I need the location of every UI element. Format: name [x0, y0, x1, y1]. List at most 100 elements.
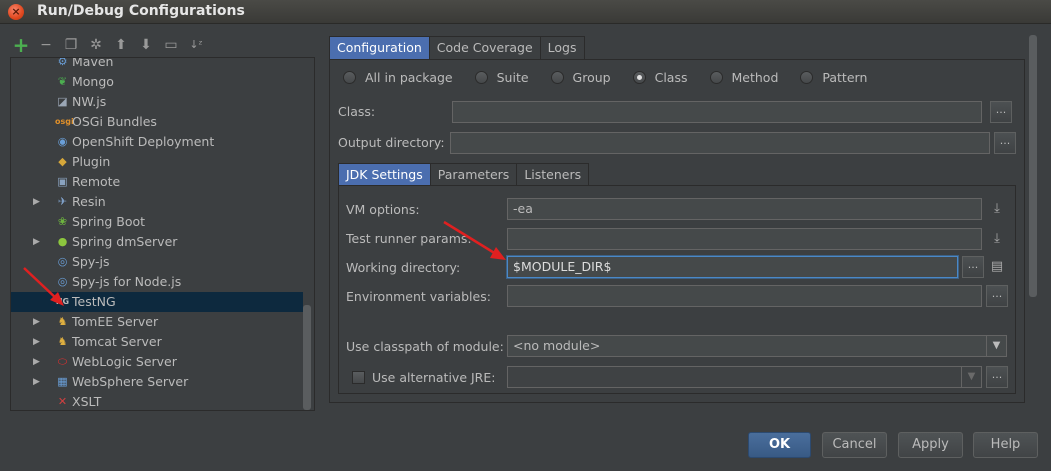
- alternative-jre-select: ▼: [507, 366, 982, 388]
- tree-item[interactable]: ▶ ⬭ WebLogic Server: [11, 352, 303, 372]
- copy-icon[interactable]: ❐: [62, 36, 80, 54]
- radio-dot: [474, 71, 488, 84]
- test-kind-radio-group: All in package Suite Group Class Method …: [343, 70, 889, 85]
- annotation-arrow-icon: [443, 220, 506, 260]
- radio-class[interactable]: Class: [632, 70, 688, 85]
- expand-arrow-icon[interactable]: ▶: [33, 192, 40, 212]
- chevron-down-icon: ▼: [986, 336, 1006, 356]
- help-button[interactable]: Help: [973, 432, 1038, 458]
- tree-item-label: WebLogic Server: [72, 354, 177, 369]
- alternative-jre-browse-button[interactable]: ...: [986, 366, 1008, 388]
- tree-item-label: Plugin: [72, 154, 111, 169]
- tree-item-label: Spy-js for Node.js: [72, 274, 182, 289]
- remove-icon[interactable]: −: [37, 36, 55, 54]
- tree-item[interactable]: ◪ NW.js: [11, 92, 303, 112]
- tree-item[interactable]: ❀ Spring Boot: [11, 212, 303, 232]
- folder-icon[interactable]: ▭: [162, 36, 180, 54]
- radio-label: Group: [572, 70, 611, 85]
- vm-options-label: VM options:: [346, 202, 420, 217]
- tree-item[interactable]: ◆ Plugin: [11, 152, 303, 172]
- tree-item[interactable]: ✕ XSLT: [11, 392, 303, 410]
- add-icon[interactable]: +: [12, 35, 30, 55]
- tree-item-label: XSLT: [72, 394, 102, 409]
- tree-item[interactable]: osgi OSGi Bundles: [11, 112, 303, 132]
- tab-logs[interactable]: Logs: [539, 36, 585, 59]
- environment-variables-input[interactable]: [507, 285, 982, 307]
- expand-arrow-icon[interactable]: ▶: [33, 332, 40, 352]
- tree-item[interactable]: ▶ ♞ Tomcat Server: [11, 332, 303, 352]
- tree-item-label: OpenShift Deployment: [72, 134, 215, 149]
- ok-button[interactable]: OK: [748, 432, 811, 458]
- tree-item[interactable]: ❦ Mongo: [11, 72, 303, 92]
- cancel-button[interactable]: Cancel: [822, 432, 887, 458]
- classpath-module-label: Use classpath of module:: [346, 339, 504, 354]
- tree-item[interactable]: ◉ OpenShift Deployment: [11, 132, 303, 152]
- tab-configuration[interactable]: Configuration: [329, 36, 430, 59]
- close-window-button[interactable]: ×: [8, 4, 24, 20]
- tree-scrollbar[interactable]: [303, 305, 311, 410]
- tree-item[interactable]: ▶ ● Spring dmServer: [11, 232, 303, 252]
- tree-item-label: Mongo: [72, 74, 114, 89]
- vm-options-input[interactable]: -ea: [507, 198, 982, 220]
- edit-defaults-icon[interactable]: ✲: [87, 36, 105, 54]
- radio-dot-selected: [632, 71, 646, 84]
- chevron-down-icon: ▼: [961, 367, 981, 387]
- tree-item-label: Spy-js: [72, 254, 110, 269]
- remote-icon: ▣: [57, 175, 68, 188]
- environment-variables-browse-button[interactable]: ...: [986, 285, 1008, 307]
- tomee-icon: ♞: [57, 315, 68, 328]
- radio-method[interactable]: Method: [709, 70, 778, 85]
- expand-arrow-icon[interactable]: ▶: [33, 372, 40, 392]
- configuration-tree[interactable]: ⚙ Maven ❦ Mongo ◪ NW.js osgi OSGi Bundles ◉ OpenS…: [10, 57, 315, 411]
- tree-item-label: Remote: [72, 174, 121, 189]
- vertical-scrollbar[interactable]: [1029, 35, 1037, 297]
- window-title: Run/Debug Configurations: [37, 3, 245, 19]
- alternative-jre-checkbox[interactable]: [352, 371, 365, 384]
- radio-label: Suite: [496, 70, 529, 85]
- tab-jdk-settings[interactable]: JDK Settings: [338, 163, 431, 185]
- tab-parameters[interactable]: Parameters: [429, 163, 518, 185]
- class-label: Class:: [338, 104, 376, 119]
- tree-item-label: Spring Boot: [72, 214, 146, 229]
- radio-label: Class: [654, 70, 688, 85]
- radio-all-in-package[interactable]: All in package: [343, 70, 453, 85]
- tree-item-label: NW.js: [72, 94, 107, 109]
- apply-button[interactable]: Apply: [898, 432, 963, 458]
- working-directory-input[interactable]: $MODULE_DIR$: [507, 256, 958, 278]
- tree-item[interactable]: ⚙ Maven: [11, 57, 303, 72]
- class-browse-button[interactable]: ...: [990, 101, 1012, 123]
- tab-code-coverage[interactable]: Code Coverage: [428, 36, 541, 59]
- tree-item[interactable]: ▣ Remote: [11, 172, 303, 192]
- tree-item[interactable]: ▶ ♞ TomEE Server: [11, 312, 303, 332]
- tree-item[interactable]: ▶ ✈ Resin: [11, 192, 303, 212]
- classpath-module-select[interactable]: <no module> ▼: [507, 335, 1007, 357]
- alternative-jre-label: Use alternative JRE:: [372, 370, 496, 385]
- tomcat-icon: ♞: [57, 335, 68, 348]
- expand-arrow-icon[interactable]: ▶: [33, 232, 40, 252]
- move-down-icon[interactable]: ⬇: [137, 36, 155, 54]
- working-directory-macro-icon[interactable]: ▤: [987, 257, 1007, 277]
- sort-icon[interactable]: ↓ᶻ: [187, 36, 205, 54]
- tree-item-label: Maven: [72, 57, 114, 69]
- radio-dot: [709, 71, 723, 84]
- radio-group[interactable]: Group: [550, 70, 611, 85]
- expand-test-runner-params-icon[interactable]: ⤓: [987, 229, 1007, 249]
- class-input[interactable]: [452, 101, 982, 123]
- spring-boot-icon: ❀: [57, 215, 68, 228]
- xslt-icon: ✕: [57, 395, 68, 408]
- move-up-icon[interactable]: ⬆: [112, 36, 130, 54]
- tab-listeners[interactable]: Listeners: [516, 163, 590, 185]
- expand-vm-options-icon[interactable]: ⤓: [987, 199, 1007, 219]
- tree-item-label: TomEE Server: [72, 314, 159, 329]
- tree-item[interactable]: ▶ ▦ WebSphere Server: [11, 372, 303, 392]
- output-directory-input[interactable]: [450, 132, 990, 154]
- radio-pattern[interactable]: Pattern: [800, 70, 867, 85]
- working-directory-browse-button[interactable]: ...: [962, 256, 984, 278]
- resin-icon: ✈: [57, 195, 68, 208]
- websphere-icon: ▦: [57, 375, 68, 388]
- output-directory-browse-button[interactable]: ...: [994, 132, 1016, 154]
- expand-arrow-icon[interactable]: ▶: [33, 312, 40, 332]
- radio-suite[interactable]: Suite: [474, 70, 529, 85]
- expand-arrow-icon[interactable]: ▶: [33, 352, 40, 372]
- test-runner-params-input[interactable]: [507, 228, 982, 250]
